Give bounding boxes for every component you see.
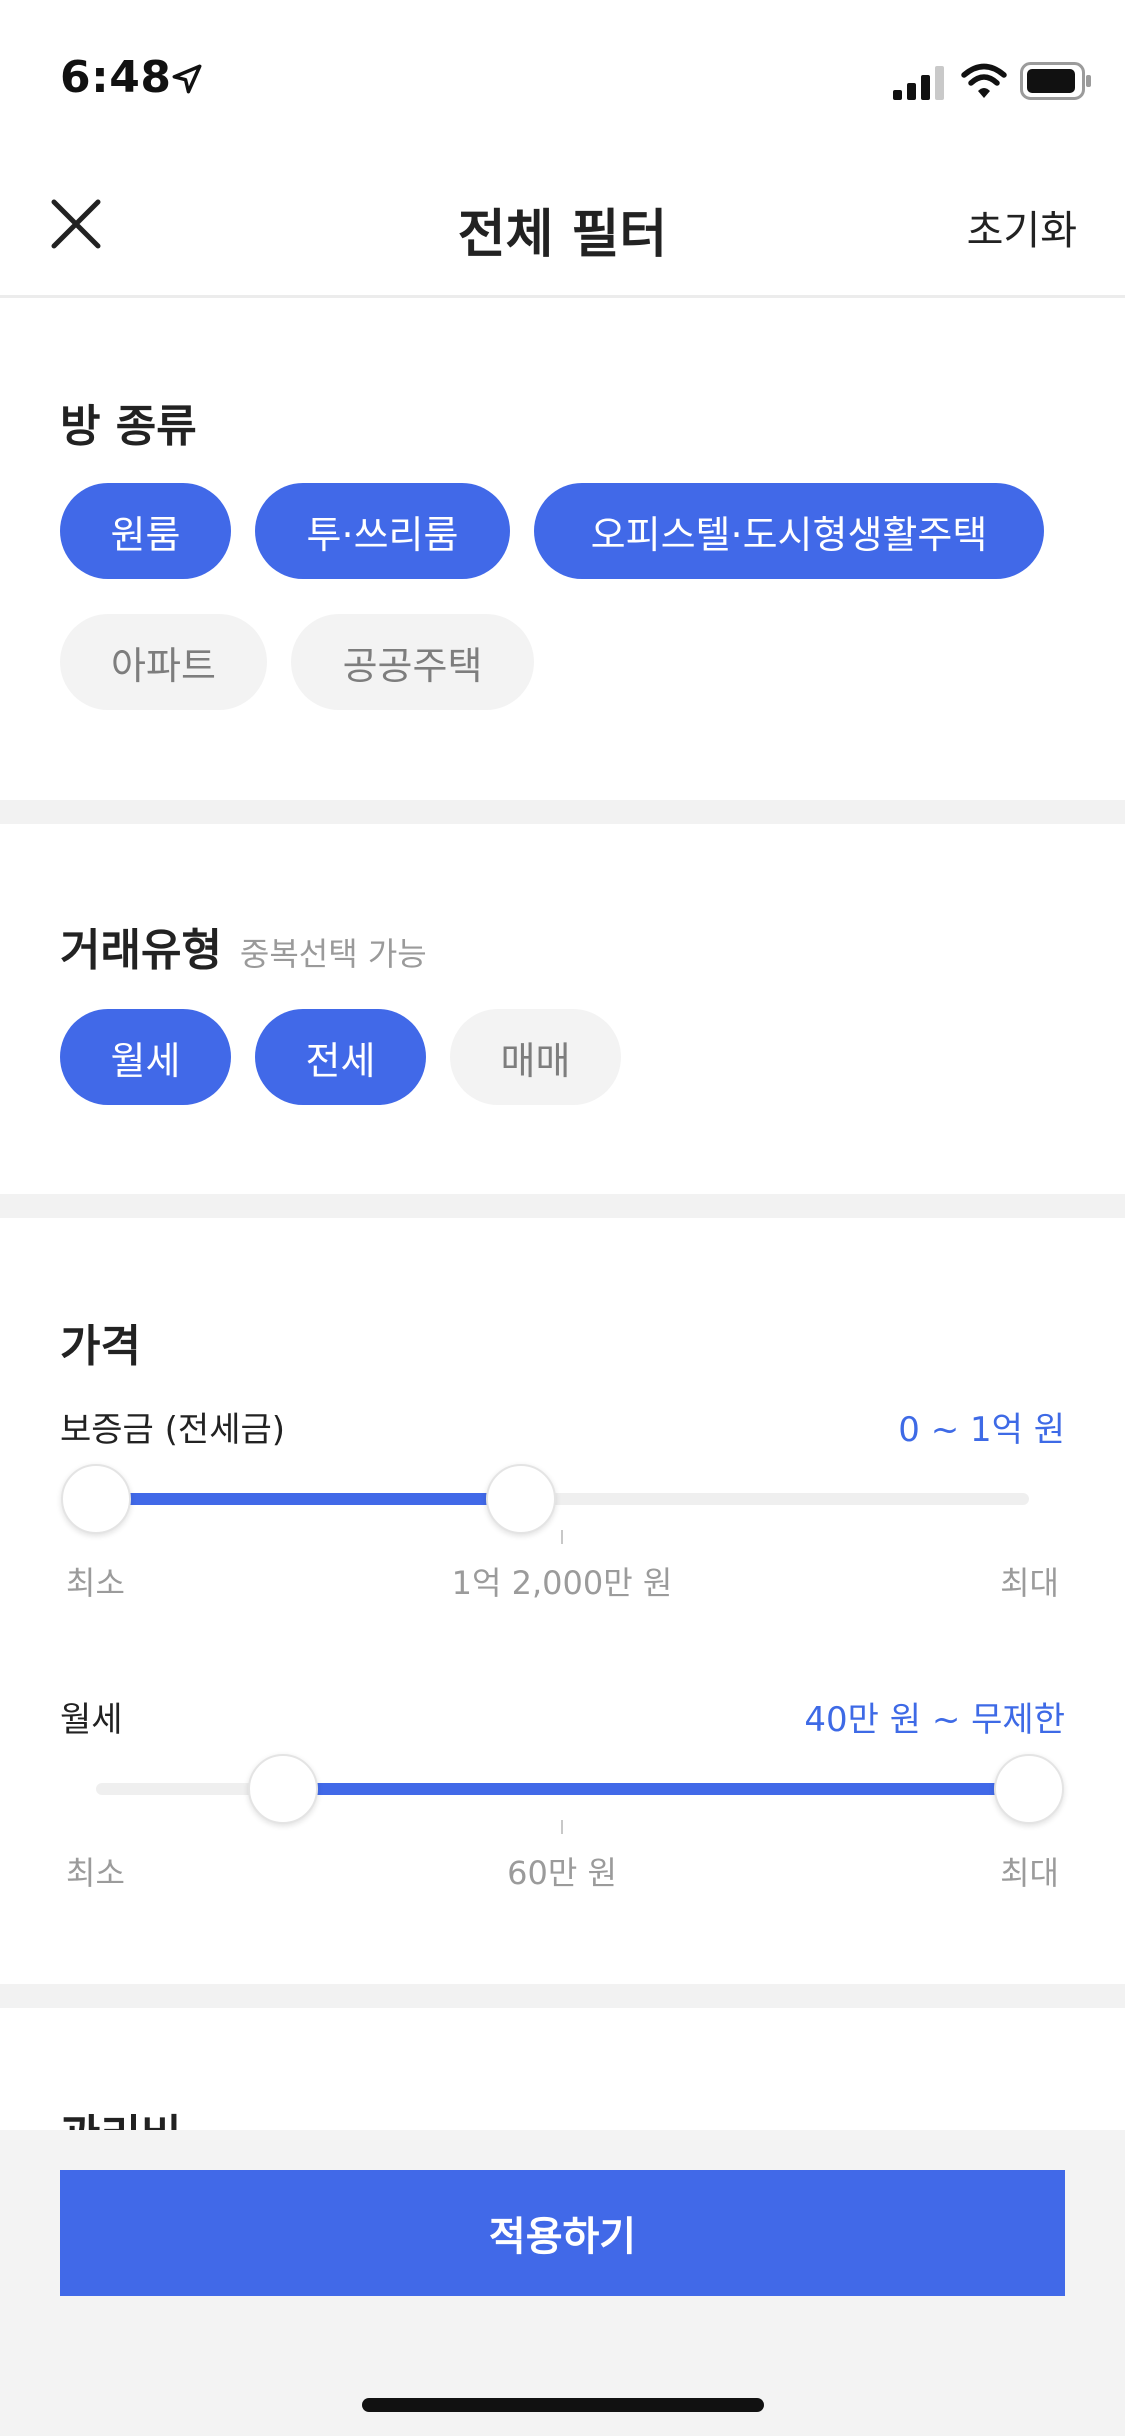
deposit-max-knob[interactable] (485, 1464, 556, 1534)
status-bar: 6:48 (0, 0, 1125, 150)
chip-sale[interactable]: 매매 (450, 1009, 621, 1105)
maintenance-section: 관리비 (0, 2008, 1125, 2130)
room-type-title: 방 종류 (60, 401, 197, 452)
chip-one-room[interactable]: 원룸 (60, 483, 231, 579)
deal-type-subtitle: 중복선택 가능 (239, 935, 427, 973)
section-divider (0, 800, 1125, 824)
price-title: 가격 (60, 1321, 141, 1372)
signal-icon (893, 66, 944, 100)
deposit-mid-tick (561, 1530, 563, 1544)
deposit-mid-label: 1억 2,000만 원 (451, 1564, 673, 1602)
section-divider (0, 1194, 1125, 1218)
deposit-max-label: 최대 (1000, 1564, 1059, 1602)
price-section: 가격 보증금 (전세금) 0 ~ 1억 원 최소 1억 2,000만 원 최대 … (0, 1218, 1125, 1984)
apply-button[interactable]: 적용하기 (60, 2170, 1065, 2296)
room-type-section: 방 종류 원룸 투·쓰리룸 오피스텔·도시형생활주택 아파트 공공주택 (0, 298, 1125, 800)
monthly-rent-mid-label: 60만 원 (507, 1854, 617, 1892)
monthly-rent-min-label: 최소 (66, 1854, 125, 1892)
monthly-rent-slider-fill (282, 1783, 1029, 1795)
deposit-min-label: 최소 (66, 1564, 125, 1602)
deal-type-title: 거래유형 중복선택 가능 (60, 914, 427, 978)
chip-apartment[interactable]: 아파트 (60, 614, 267, 710)
chip-officetel[interactable]: 오피스텔·도시형생활주택 (534, 483, 1044, 579)
monthly-rent-range-value: 40만 원 ~ 무제한 (804, 1700, 1065, 1740)
monthly-rent-min-knob[interactable] (247, 1754, 318, 1824)
deposit-range-value: 0 ~ 1억 원 (898, 1410, 1065, 1450)
location-arrow-icon (172, 64, 202, 94)
deposit-slider-fill (96, 1493, 521, 1505)
nav-bar: 전체 필터 초기화 (0, 150, 1125, 298)
chip-public-housing[interactable]: 공공주택 (291, 614, 534, 710)
wifi-icon (961, 63, 1007, 98)
chip-jeonse[interactable]: 전세 (255, 1009, 426, 1105)
monthly-rent-max-knob[interactable] (994, 1754, 1064, 1824)
status-time: 6:48 (60, 52, 172, 103)
chip-monthly-rent[interactable]: 월세 (60, 1009, 231, 1105)
deposit-min-knob[interactable] (61, 1464, 131, 1534)
home-indicator (362, 2398, 764, 2412)
battery-icon (1020, 62, 1091, 100)
monthly-rent-max-label: 최대 (1000, 1854, 1059, 1892)
bottom-bar: 적용하기 (0, 2130, 1125, 2436)
monthly-rent-label: 월세 (60, 1700, 123, 1740)
reset-button[interactable]: 초기화 (967, 198, 1077, 256)
monthly-rent-mid-tick (561, 1820, 563, 1834)
section-divider (0, 1984, 1125, 2008)
chip-two-three-room[interactable]: 투·쓰리룸 (255, 483, 510, 579)
page-title: 전체 필터 (457, 205, 668, 265)
deal-type-section: 거래유형 중복선택 가능 월세 전세 매매 (0, 824, 1125, 1194)
maintenance-title: 관리비 (60, 2100, 181, 2130)
deal-type-title-text: 거래유형 (60, 925, 222, 976)
deposit-label: 보증금 (전세금) (60, 1410, 286, 1450)
